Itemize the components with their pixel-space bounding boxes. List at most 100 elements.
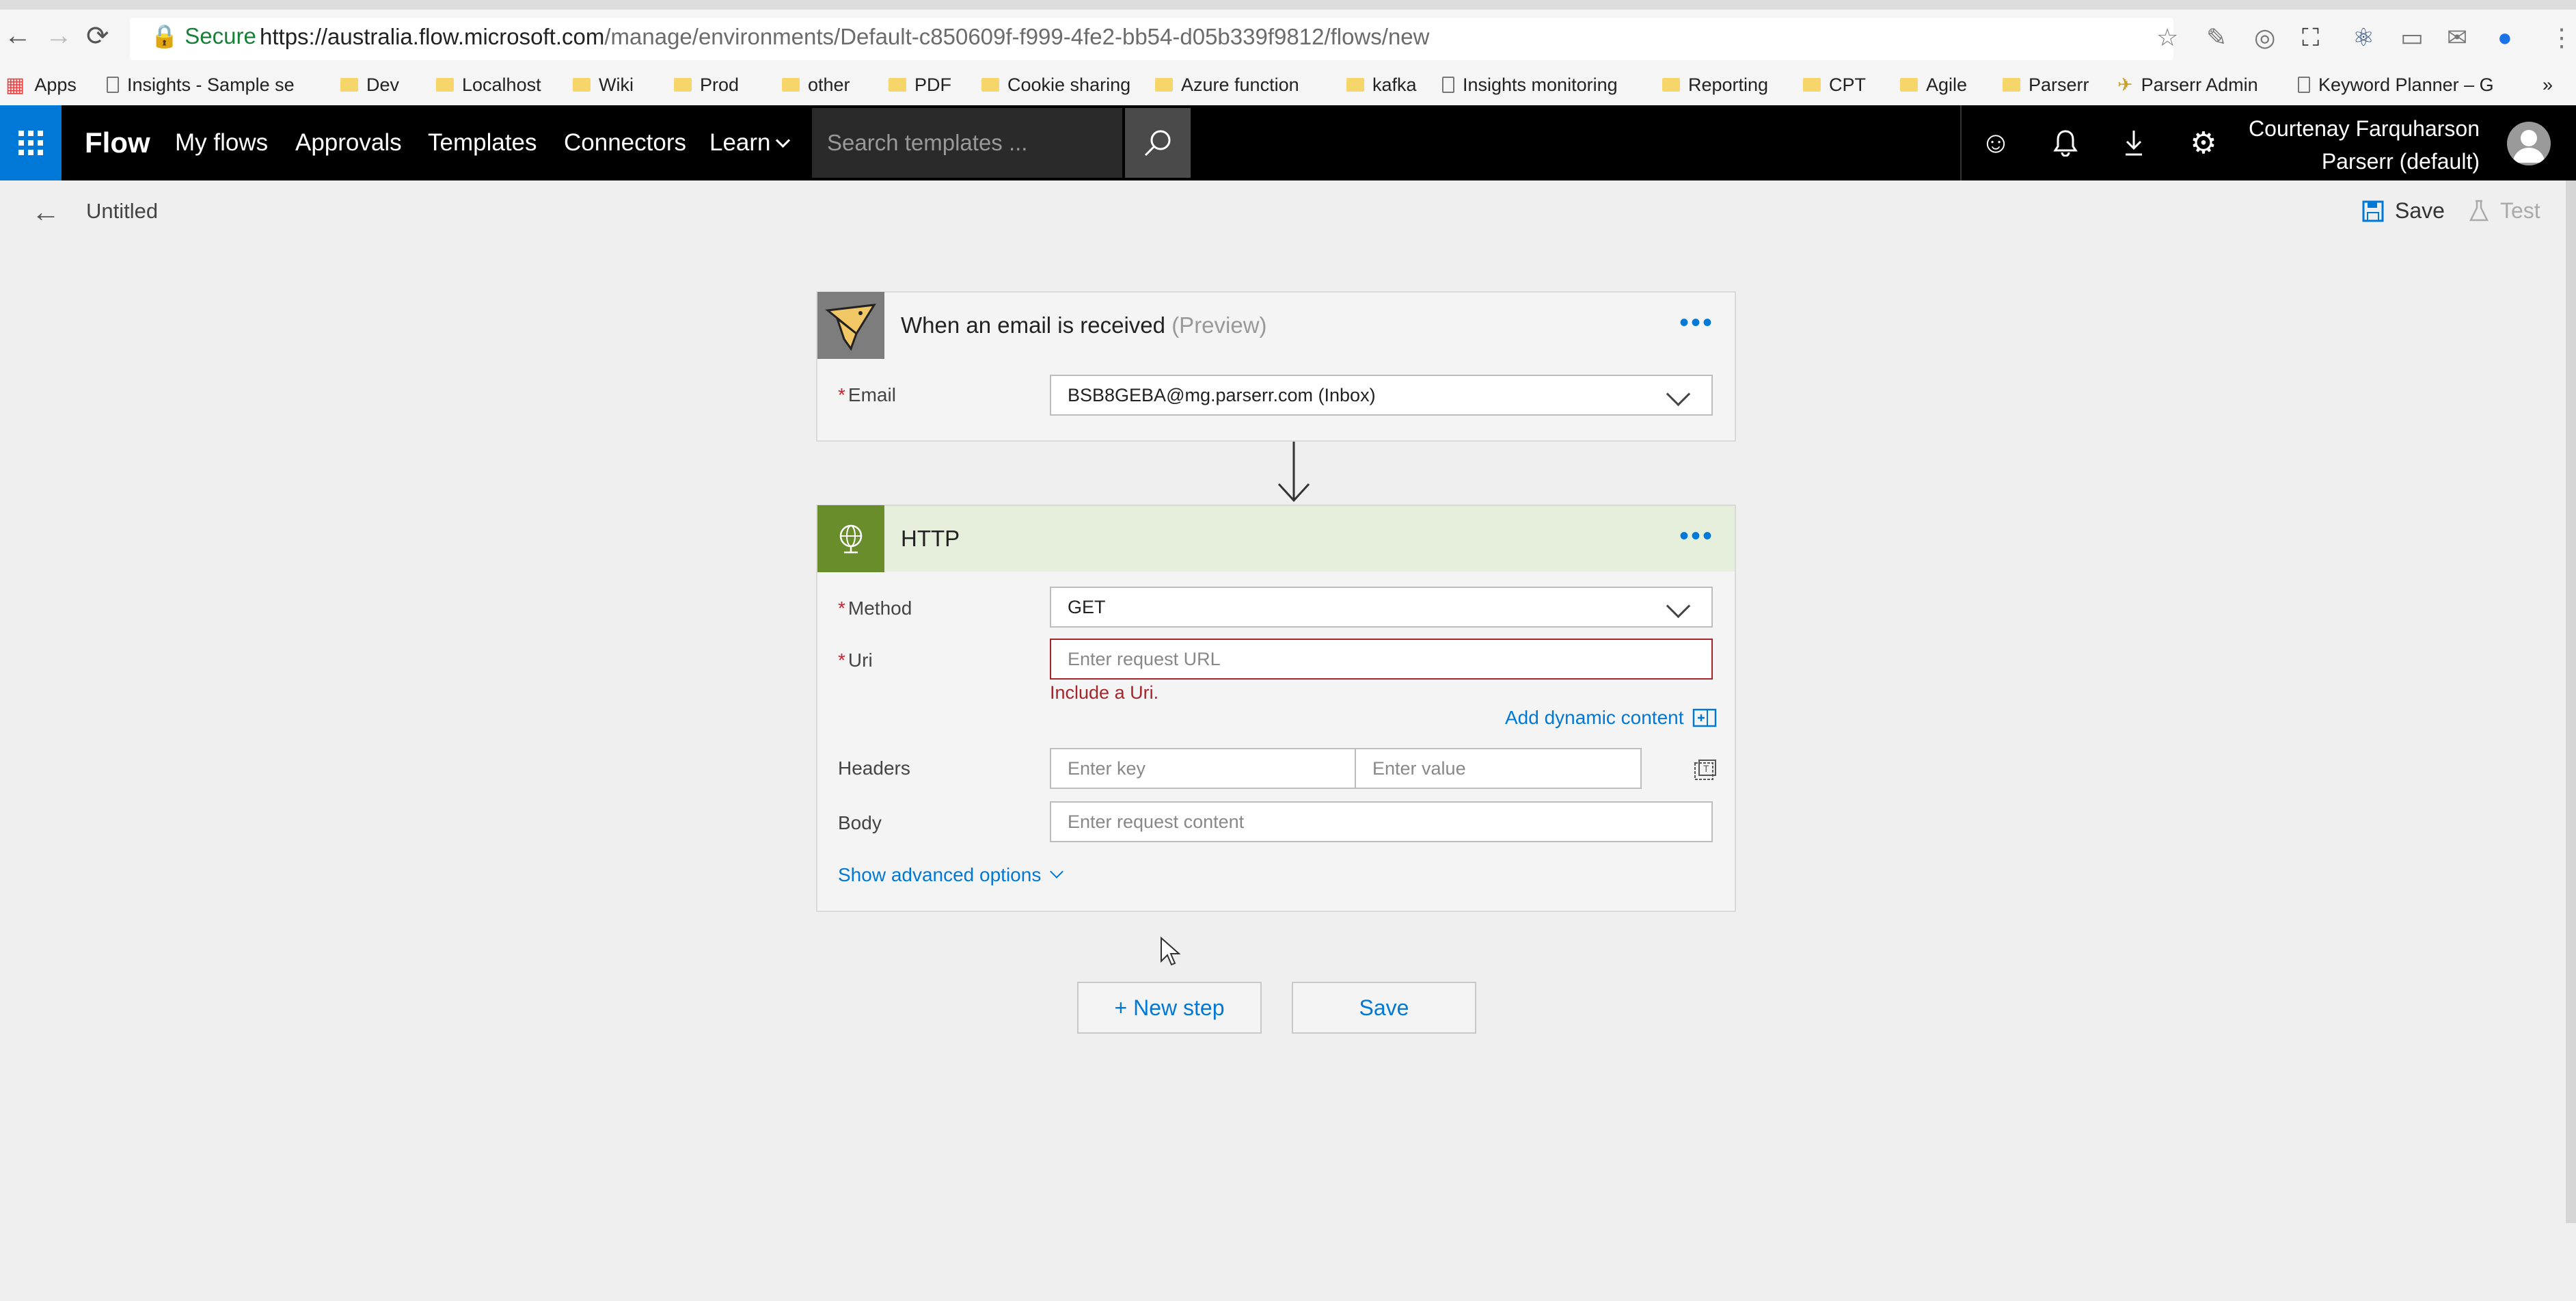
bookmark-prod[interactable]: Prod [674,71,739,98]
header-value-input[interactable]: Enter value [1355,748,1642,789]
extension-icon[interactable]: ◎ [2254,23,2275,52]
test-label: Test [2500,198,2540,223]
folder-icon [2003,78,2020,92]
eyedropper-extension-icon[interactable]: ✎ [2206,23,2227,52]
react-extension-icon[interactable]: ⚛ [2353,23,2374,52]
uri-error-message: Include a Uri. [1050,682,1159,703]
save-disk-icon [2362,200,2384,222]
user-account[interactable]: Courtenay Farquharson Parserr (default) [2249,112,2543,178]
bookmark-kafka[interactable]: kafka [1346,71,1417,98]
uri-label: * Uri [838,649,873,671]
save-label: Save [2395,198,2445,223]
secure-label: Secure [185,23,256,49]
method-dropdown[interactable]: GET [1050,587,1713,628]
trigger-card: When an email is received (Preview) ••• … [816,291,1736,442]
bookmark-azure-function[interactable]: Azure function [1155,71,1299,98]
chevron-down-icon [775,133,790,148]
body-input[interactable]: Enter request content [1050,801,1713,842]
folder-icon [981,78,999,92]
folder-icon [782,78,800,92]
browser-tab-strip [0,0,2576,10]
reload-icon[interactable]: ⟳ [86,21,109,52]
back-arrow-icon[interactable]: ← [4,21,31,51]
url-text[interactable]: https://australia.flow.microsoft.com/man… [260,24,1430,50]
bookmark-agile[interactable]: Agile [1900,71,1967,98]
page-scrollbar[interactable] [2566,180,2576,1223]
video-extension-icon[interactable]: ● [2497,23,2512,52]
inbox-extension-icon[interactable]: ✉ [2447,23,2467,52]
secure-indicator[interactable]: 🔒 Secure [150,23,256,50]
folder-icon [1346,78,1364,92]
method-label: * Method [838,598,912,619]
more-options-icon[interactable]: ••• [1679,521,1714,552]
bookmark-label: Wiki [599,74,634,95]
show-advanced-options-link[interactable]: Show advanced options [838,864,1064,886]
mail-bird-icon [817,292,884,359]
nav-learn-label: Learn [709,129,771,156]
bookmark-label: other [808,74,850,95]
test-button[interactable]: Test [2469,198,2540,224]
uri-input[interactable]: Enter request URL [1050,639,1713,680]
search-button[interactable] [1125,108,1191,178]
email-value: BSB8GEBA@mg.parserr.com (Inbox) [1068,384,1376,405]
notifications-bell-icon[interactable] [2031,105,2100,180]
header-key-input[interactable]: Enter key [1050,748,1357,789]
nav-connectors[interactable]: Connectors [564,105,686,180]
forward-arrow-icon[interactable]: → [45,21,72,51]
bookmark-cpt[interactable]: CPT [1803,71,1866,98]
cast-extension-icon[interactable]: ▭ [2400,23,2424,52]
bookmark-localhost[interactable]: Localhost [436,71,541,98]
bookmark-other[interactable]: other [782,71,850,98]
bookmark-pdf[interactable]: PDF [889,71,951,98]
bookmark-label: Dev [366,74,400,95]
bookmark-dev[interactable]: Dev [340,71,399,98]
email-label: * Email [838,384,896,406]
nav-my-flows[interactable]: My flows [175,105,268,180]
folder-icon [436,78,454,92]
bookmarks-overflow-icon[interactable]: » [2543,71,2553,98]
bookmark-cookie-sharing[interactable]: Cookie sharing [981,71,1130,98]
bookmark-wiki[interactable]: Wiki [573,71,634,98]
settings-gear-icon[interactable]: ⚙ [2169,105,2238,180]
feedback-smiley-icon[interactable]: ☺ [1962,105,2030,180]
bookmark-label: Insights monitoring [1463,74,1618,95]
switch-to-text-mode-icon[interactable]: T [1694,759,1717,784]
search-placeholder: Search templates ... [827,130,1028,155]
email-dropdown[interactable]: BSB8GEBA@mg.parserr.com (Inbox) [1050,375,1713,416]
bookmark-insights-sample[interactable]: Insights - Sample se [107,71,295,98]
folder-icon [340,78,358,92]
save-button[interactable]: Save [2362,198,2445,224]
new-step-button[interactable]: + New step [1077,982,1262,1034]
crop-extension-icon[interactable]: ⛶ [2302,23,2319,53]
trigger-card-header[interactable]: When an email is received (Preview) ••• [817,292,1735,359]
nav-approvals[interactable]: Approvals [295,105,402,180]
bookmark-parserr-admin[interactable]: ✈ Parserr Admin [2117,71,2258,98]
bookmark-insights-monitoring[interactable]: Insights monitoring [1442,71,1618,98]
download-icon[interactable] [2100,105,2168,180]
nav-learn[interactable]: Learn [709,105,790,180]
more-options-icon[interactable]: ••• [1679,308,1714,338]
flask-icon [2469,200,2489,221]
bookmark-parserr[interactable]: Parserr [2003,71,2089,98]
add-dynamic-content-link[interactable]: Add dynamic content [1505,707,1717,729]
page-icon [2298,77,2310,93]
back-arrow-icon[interactable]: ← [31,196,60,228]
chrome-menu-icon[interactable]: ⋮ [2549,23,2574,52]
bookmark-label: Localhost [462,74,541,95]
bookmark-star-icon[interactable]: ☆ [2156,23,2178,52]
user-avatar-icon [2512,130,2545,163]
bookmark-label: Insights - Sample se [127,74,295,95]
flow-title[interactable]: Untitled [86,199,158,224]
folder-icon [1155,78,1173,92]
bookmark-label: Azure function [1181,74,1299,95]
bookmark-reporting[interactable]: Reporting [1662,71,1768,98]
app-launcher-button[interactable] [0,105,62,180]
nav-templates[interactable]: Templates [428,105,537,180]
connector-arrow-icon [1276,442,1312,508]
brand-logo[interactable]: Flow [85,105,150,180]
save-flow-button[interactable]: Save [1292,982,1476,1034]
bookmark-apps[interactable]: ▦ Apps [5,71,77,98]
http-card-header[interactable]: HTTP ••• [817,505,1735,572]
avatar[interactable] [2507,122,2551,165]
bookmark-keyword-planner[interactable]: Keyword Planner – G [2298,71,2494,98]
